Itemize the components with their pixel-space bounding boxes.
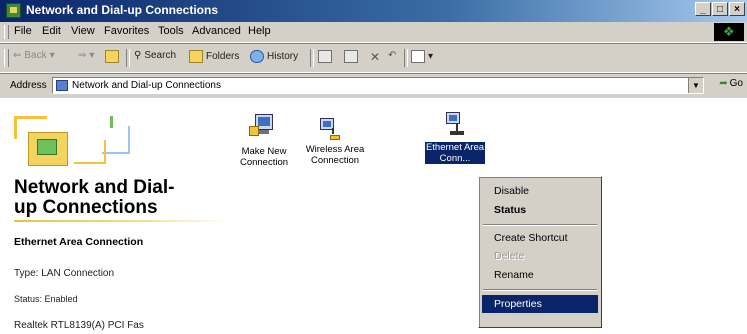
item-label: Make New Connection (240, 146, 288, 168)
views-icon (411, 50, 425, 63)
copy-to-icon (344, 50, 358, 63)
folder-content: Network and Dial- up Connections Etherne… (0, 98, 747, 334)
context-menu: Disable Status Create Shortcut Delete Re… (478, 176, 602, 328)
address-label: Address (10, 80, 47, 91)
selected-item-name: Ethernet Area Connection (14, 236, 144, 248)
menu-item-disable[interactable]: Disable (482, 182, 598, 200)
views-button[interactable]: ▾ (411, 50, 433, 63)
network-port-icon (450, 131, 464, 135)
search-button[interactable]: ⚲ Search (134, 50, 176, 61)
move-to-icon (318, 50, 332, 63)
explorer-window: Network and Dial-up Connections _ □ × Fi… (0, 0, 747, 334)
up-folder-icon (105, 50, 119, 63)
menu-tools[interactable]: Tools (158, 25, 184, 37)
network-folder-icon (6, 3, 21, 18)
delete-x-icon: ✕ (370, 50, 381, 64)
item-label-line: Conn... (439, 153, 471, 164)
folders-button[interactable]: Folders (189, 50, 239, 63)
menu-help[interactable]: Help (248, 25, 271, 37)
menu-item-rename[interactable]: Rename (482, 266, 598, 284)
forward-button[interactable]: ⇒ ▾ (78, 50, 94, 61)
menu-file[interactable]: File (14, 25, 32, 37)
page-title-line: up Connections (14, 197, 158, 218)
wireless-connection-icon (320, 110, 350, 140)
go-arrow-icon: ➦ (719, 78, 728, 89)
menu-separator (483, 289, 597, 291)
undo-icon: ↶ (388, 50, 397, 61)
title-bar[interactable]: Network and Dial-up Connections _ □ × (0, 0, 747, 22)
computer-icon (446, 112, 460, 124)
network-folder-icon (56, 80, 68, 91)
back-button[interactable]: ⇐ Back ▾ (13, 50, 55, 61)
item-label: Wireless Area Connection (306, 144, 365, 166)
item-label-line: Make New (241, 146, 287, 157)
make-new-connection-icon (249, 112, 279, 142)
windows-logo-icon (714, 23, 744, 41)
maximize-button[interactable]: □ (712, 2, 728, 16)
menu-grip[interactable] (4, 25, 9, 39)
close-button[interactable]: × (729, 2, 745, 16)
undo-button[interactable]: ↶ (388, 50, 396, 63)
window-title: Network and Dial-up Connections (26, 3, 219, 17)
wizard-star-icon (249, 126, 259, 136)
toolbar-separator (126, 49, 130, 67)
title-divider (14, 220, 228, 222)
address-input[interactable]: Network and Dial-up Connections ▼ (52, 77, 704, 94)
item-label: Ethernet Area Conn... (424, 142, 486, 164)
delete-button[interactable]: ✕ (370, 50, 380, 64)
item-label-line: Connection (310, 155, 360, 166)
menu-item-delete: Delete (494, 250, 525, 262)
selected-item-type: Type: LAN Connection (14, 268, 115, 279)
item-label-line: Connection (239, 157, 289, 168)
copy-to-button[interactable] (344, 50, 358, 63)
menu-item-create-shortcut[interactable]: Create Shortcut (482, 229, 598, 247)
banner-decoration (74, 140, 106, 164)
item-label-line: Wireless Area (305, 144, 365, 155)
address-bar: Address Network and Dial-up Connections … (0, 73, 747, 99)
menu-advanced[interactable]: Advanced (192, 25, 241, 37)
banner-decoration (102, 126, 130, 154)
chevron-down-icon: ▾ (49, 50, 55, 61)
move-to-button[interactable] (318, 50, 332, 63)
wireless-area-connection-item[interactable]: Wireless Area Connection (302, 110, 368, 166)
menu-bar: File Edit View Favorites Tools Advanced … (0, 22, 747, 43)
folder-banner-graphic (14, 116, 142, 166)
search-icon: ⚲ (134, 50, 142, 61)
menu-item-status[interactable]: Status (482, 201, 598, 219)
back-arrow-icon: ⇐ (13, 50, 22, 61)
ethernet-area-connection-item[interactable]: Ethernet Area Conn... (424, 108, 486, 164)
menu-edit[interactable]: Edit (42, 25, 61, 37)
menu-view[interactable]: View (71, 25, 95, 37)
up-folder-button[interactable] (105, 50, 119, 63)
minimize-button[interactable]: _ (695, 2, 711, 16)
menu-favorites[interactable]: Favorites (104, 25, 149, 37)
page-title-line: Network and Dial- (14, 177, 175, 198)
toolbar-grip[interactable] (4, 49, 9, 67)
go-button[interactable]: ➦ Go (719, 78, 743, 89)
folders-icon (189, 50, 203, 63)
chevron-down-icon: ▾ (428, 51, 434, 62)
computer-stand (259, 130, 269, 134)
selected-item-status: Status: Enabled (14, 294, 78, 304)
cable-icon (332, 128, 334, 134)
page-title: Network and Dial- up Connections (14, 178, 174, 218)
menu-item-properties[interactable]: Properties (482, 295, 598, 313)
make-new-connection-item[interactable]: Make New Connection (236, 112, 292, 168)
chevron-down-icon: ▾ (89, 50, 95, 61)
toolbar-separator (404, 49, 408, 67)
address-dropdown-button[interactable]: ▼ (688, 78, 703, 93)
network-folder-large-icon (28, 132, 68, 166)
plug-icon (330, 135, 340, 140)
menu-separator (483, 224, 597, 226)
forward-arrow-icon: ⇒ (78, 50, 87, 61)
address-value: Network and Dial-up Connections (72, 80, 221, 91)
history-button[interactable]: History (250, 50, 298, 63)
item-label-line: Ethernet Area (425, 142, 485, 153)
toolbar-separator (310, 49, 314, 67)
window-controls: _ □ × (695, 2, 745, 16)
selected-item-device: Realtek RTL8139(A) PCI Fas (14, 320, 144, 331)
history-icon (250, 50, 264, 63)
ethernet-connection-icon (440, 108, 470, 138)
standard-toolbar: ⇐ Back ▾ ⇒ ▾ ⚲ Search Folders History ✕ … (0, 43, 747, 73)
